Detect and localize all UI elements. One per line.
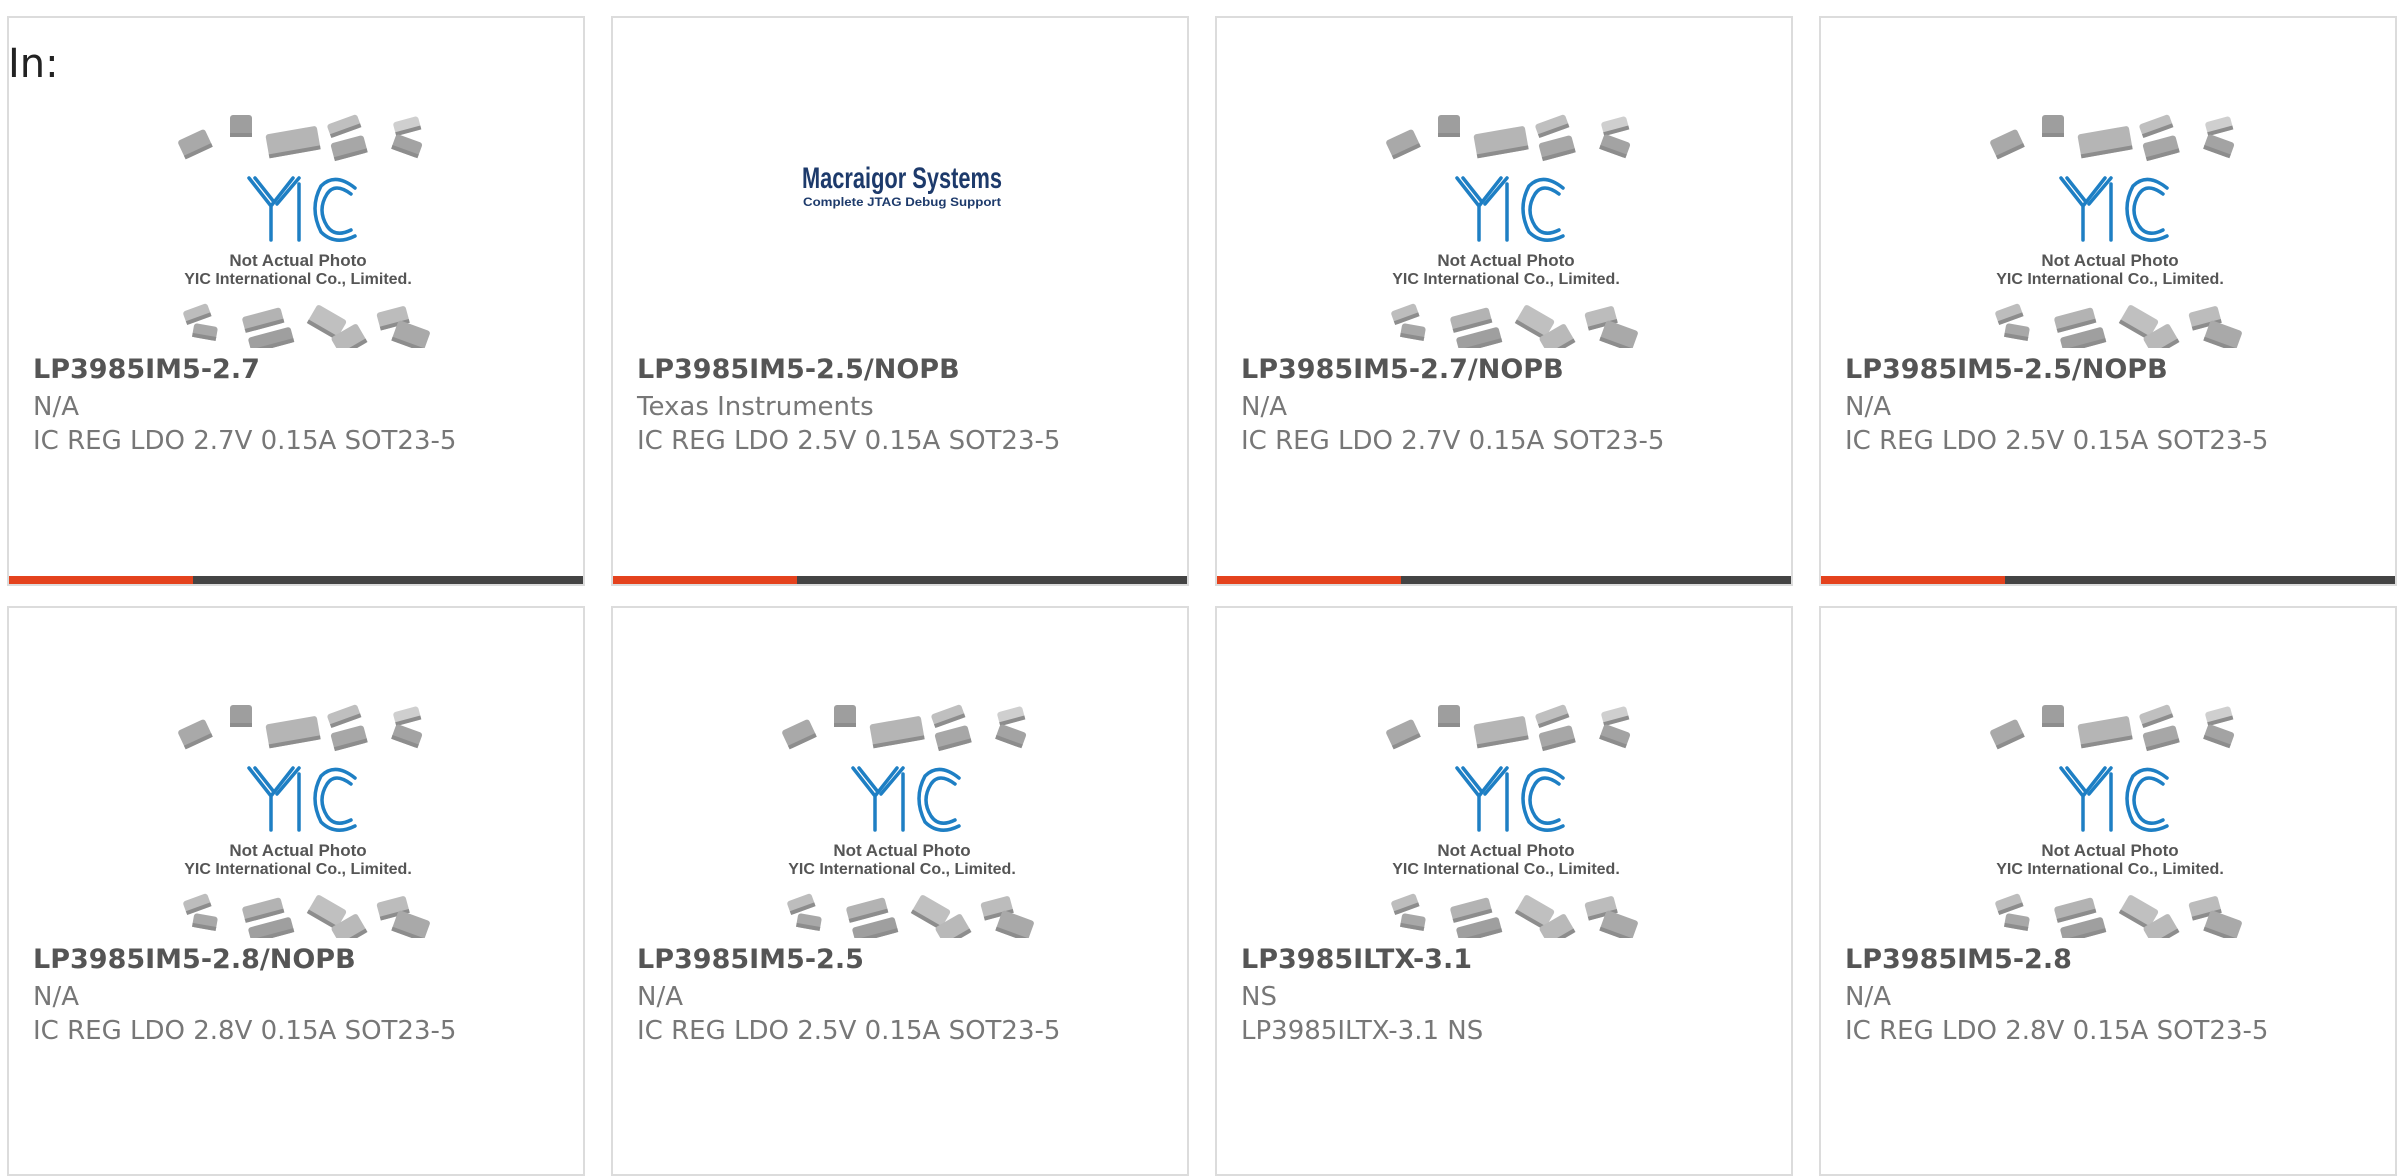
product-card[interactable]: Macraigor Systems Complete JTAG Debug Su… [611, 16, 1189, 586]
manufacturer: NS [1241, 982, 1277, 1012]
product-image[interactable]: Not Actual Photo YIC International Co., L… [9, 18, 583, 348]
description: IC REG LDO 2.5V 0.15A SOT23-5 [637, 426, 1061, 456]
product-card[interactable]: Not Actual Photo YIC International Co., L… [1819, 606, 2397, 1176]
progress-bar-fill [1821, 576, 2005, 584]
description: IC REG LDO 2.7V 0.15A SOT23-5 [33, 426, 457, 456]
svg-text:YIC International Co., Limited: YIC International Co., Limited. [788, 861, 1016, 878]
svg-text:YIC International Co., Limited: YIC International Co., Limited. [1392, 861, 1620, 878]
progress-bar-fill [9, 576, 193, 584]
svg-text:Complete JTAG Debug Support: Complete JTAG Debug Support [803, 195, 1001, 209]
part-number[interactable]: LP3985IM5-2.5/NOPB [637, 354, 960, 385]
svg-text:Not Actual Photo: Not Actual Photo [229, 841, 366, 860]
svg-text:Not Actual Photo: Not Actual Photo [2041, 841, 2178, 860]
description: IC REG LDO 2.7V 0.15A SOT23-5 [1241, 426, 1665, 456]
part-number[interactable]: LP3985IM5-2.7/NOPB [1241, 354, 1564, 385]
svg-text:YIC International Co., Limited: YIC International Co., Limited. [184, 861, 412, 878]
part-number[interactable]: LP3985ILTX-3.1 [1241, 944, 1472, 975]
progress-bar [613, 576, 1187, 584]
description: IC REG LDO 2.8V 0.15A SOT23-5 [33, 1016, 457, 1046]
product-card[interactable]: Not Actual Photo YIC International Co., L… [611, 606, 1189, 1176]
product-image[interactable]: Not Actual Photo YIC International Co., L… [1821, 18, 2395, 348]
product-card[interactable]: Not Actual Photo YIC International Co., L… [7, 606, 585, 1176]
svg-text:Not Actual Photo: Not Actual Photo [229, 251, 366, 270]
filter-label: In: [8, 41, 59, 87]
product-image[interactable]: Macraigor Systems Complete JTAG Debug Su… [613, 18, 1187, 348]
manufacturer: Texas Instruments [637, 392, 874, 422]
part-number[interactable]: LP3985IM5-2.8/NOPB [33, 944, 356, 975]
product-image[interactable]: Not Actual Photo YIC International Co., L… [9, 608, 583, 938]
svg-text:Not Actual Photo: Not Actual Photo [1437, 251, 1574, 270]
svg-text:YIC International Co., Limited: YIC International Co., Limited. [184, 271, 412, 288]
product-image[interactable]: Not Actual Photo YIC International Co., L… [1217, 18, 1791, 348]
product-card[interactable]: Not Actual Photo YIC International Co., L… [1215, 606, 1793, 1176]
part-number[interactable]: LP3985IM5-2.5/NOPB [1845, 354, 2168, 385]
progress-bar [1217, 576, 1791, 584]
description: IC REG LDO 2.5V 0.15A SOT23-5 [637, 1016, 1061, 1046]
part-number[interactable]: LP3985IM5-2.5 [637, 944, 864, 975]
svg-text:Not Actual Photo: Not Actual Photo [2041, 251, 2178, 270]
part-number[interactable]: LP3985IM5-2.7 [33, 354, 260, 385]
product-image[interactable]: Not Actual Photo YIC International Co., L… [1821, 608, 2395, 938]
product-card[interactable]: Not Actual Photo YIC International Co., L… [1819, 16, 2397, 586]
manufacturer: N/A [1845, 392, 1891, 422]
description: IC REG LDO 2.5V 0.15A SOT23-5 [1845, 426, 2269, 456]
manufacturer: N/A [33, 392, 79, 422]
svg-text:YIC International Co., Limited: YIC International Co., Limited. [1392, 271, 1620, 288]
progress-bar [9, 576, 583, 584]
progress-bar-fill [613, 576, 797, 584]
manufacturer: N/A [1241, 392, 1287, 422]
description: LP3985ILTX-3.1 NS [1241, 1016, 1484, 1046]
product-image[interactable]: Not Actual Photo YIC International Co., L… [613, 608, 1187, 938]
progress-bar [1821, 576, 2395, 584]
manufacturer: N/A [1845, 982, 1891, 1012]
manufacturer: N/A [637, 982, 683, 1012]
svg-text:Not Actual Photo: Not Actual Photo [1437, 841, 1574, 860]
description: IC REG LDO 2.8V 0.15A SOT23-5 [1845, 1016, 2269, 1046]
product-image[interactable]: Not Actual Photo YIC International Co., L… [1217, 608, 1791, 938]
svg-text:YIC International Co., Limited: YIC International Co., Limited. [1996, 861, 2224, 878]
svg-text:YIC International Co., Limited: YIC International Co., Limited. [1996, 271, 2224, 288]
svg-text:Not Actual Photo: Not Actual Photo [833, 841, 970, 860]
product-card[interactable]: Not Actual Photo YIC International Co., L… [1215, 16, 1793, 586]
product-card[interactable]: Not Actual Photo YIC International Co., L… [7, 16, 585, 586]
progress-bar-fill [1217, 576, 1401, 584]
svg-text:Macraigor Systems: Macraigor Systems [802, 162, 1002, 195]
part-number[interactable]: LP3985IM5-2.8 [1845, 944, 2072, 975]
manufacturer: N/A [33, 982, 79, 1012]
